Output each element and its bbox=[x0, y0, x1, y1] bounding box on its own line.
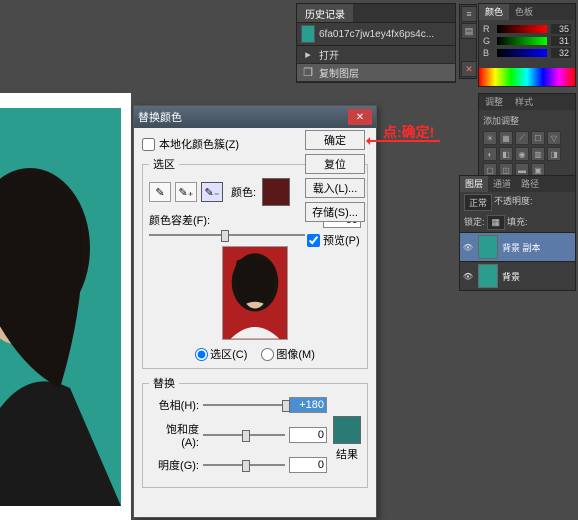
color-panel: 颜色 色板 R 35 G 31 B 32 bbox=[478, 3, 576, 87]
lock-label: 锁定: bbox=[464, 215, 485, 230]
g-label: G bbox=[483, 36, 493, 46]
curves-icon[interactable]: ⟋ bbox=[515, 131, 529, 145]
sat-label: 饱和度(A): bbox=[149, 421, 199, 449]
close-icon[interactable]: ✕ bbox=[461, 61, 477, 77]
levels-icon[interactable]: ▦ bbox=[499, 131, 513, 145]
adjust-title: 添加调整 bbox=[483, 114, 571, 127]
preview-thumbnail[interactable] bbox=[222, 246, 288, 340]
hue-strip[interactable] bbox=[479, 68, 575, 86]
b-label: B bbox=[483, 48, 493, 58]
light-input[interactable] bbox=[289, 457, 327, 473]
hue-slider[interactable] bbox=[203, 398, 285, 412]
swatches-tab[interactable]: 色板 bbox=[509, 4, 539, 20]
sat-input[interactable] bbox=[289, 427, 327, 443]
replacement-legend: 替换 bbox=[149, 375, 179, 391]
brightness-icon[interactable]: ☀ bbox=[483, 131, 497, 145]
collapse-icon[interactable]: ≡ bbox=[461, 6, 477, 22]
g-value[interactable]: 31 bbox=[551, 36, 571, 46]
fill-label: 填充: bbox=[507, 215, 528, 230]
open-icon: ▸ bbox=[301, 48, 315, 62]
selection-color-label: 颜色: bbox=[231, 184, 256, 200]
r-value[interactable]: 35 bbox=[551, 24, 571, 34]
fuzziness-label: 颜色容差(F): bbox=[149, 212, 210, 228]
layer-name: 背景 bbox=[502, 270, 520, 283]
opacity-label: 不透明度: bbox=[494, 194, 533, 211]
visibility-icon[interactable]: 👁 bbox=[462, 241, 474, 253]
eyedropper-minus-icon[interactable]: ✎₋ bbox=[201, 182, 223, 202]
history-step[interactable]: ❐ 复制图层 bbox=[297, 64, 455, 82]
canvas-document bbox=[0, 93, 131, 520]
b-slider[interactable] bbox=[497, 49, 547, 57]
load-button[interactable]: 载入(L)... bbox=[305, 178, 365, 198]
eyedropper-icon[interactable]: ✎ bbox=[149, 182, 171, 202]
layers-tab[interactable]: 图层 bbox=[460, 176, 488, 192]
light-slider[interactable] bbox=[203, 458, 285, 472]
sat-slider[interactable] bbox=[203, 428, 285, 442]
exposure-icon[interactable]: ☐ bbox=[531, 131, 545, 145]
r-slider[interactable] bbox=[497, 25, 547, 33]
history-file-row[interactable]: 6fa017c7jw1ey4fx6ps4c... bbox=[297, 22, 455, 46]
radio-selection[interactable]: 选区(C) bbox=[195, 346, 247, 362]
lock-trans-icon[interactable]: ▦ bbox=[487, 215, 506, 230]
visibility-icon[interactable]: 👁 bbox=[462, 270, 474, 282]
channels-tab[interactable]: 通道 bbox=[488, 176, 516, 192]
adjust-tab[interactable]: 调整 bbox=[479, 94, 509, 110]
history-tabs: 历史记录 bbox=[297, 4, 455, 22]
hue-icon[interactable]: ◐ bbox=[483, 147, 497, 161]
hue-input[interactable] bbox=[289, 397, 327, 413]
annotation-text: 点:确定! bbox=[383, 122, 434, 142]
vertical-toolbar: ≡ ▤ ✕ bbox=[459, 4, 477, 79]
selection-color-swatch[interactable] bbox=[262, 178, 290, 206]
reset-button[interactable]: 复位 bbox=[305, 154, 365, 174]
channelmix-icon[interactable]: ▥ bbox=[531, 147, 545, 161]
light-label: 明度(G): bbox=[149, 457, 199, 473]
preview-checkbox[interactable] bbox=[307, 234, 320, 247]
selection-preview bbox=[149, 246, 361, 340]
history-panel: 历史记录 6fa017c7jw1ey4fx6ps4c... ▸ 打开 ❐ 复制图… bbox=[296, 3, 456, 83]
result-label: 结果 bbox=[336, 446, 358, 462]
replacement-fieldset: 替换 色相(H): 饱和度(A): 明度(G): bbox=[142, 375, 368, 488]
layer-name: 背景 副本 bbox=[502, 241, 541, 254]
eyedropper-plus-icon[interactable]: ✎₊ bbox=[175, 182, 197, 202]
b-value[interactable]: 32 bbox=[551, 48, 571, 58]
result-color-swatch[interactable] bbox=[333, 416, 361, 444]
photo-teal-bg bbox=[0, 108, 121, 506]
save-button[interactable]: 存储(S)... bbox=[305, 202, 365, 222]
localize-label: 本地化颜色簇(Z) bbox=[159, 136, 239, 152]
bw-icon[interactable]: ◧ bbox=[499, 147, 513, 161]
close-icon[interactable]: ✕ bbox=[348, 109, 372, 125]
history-file-thumb bbox=[301, 25, 315, 43]
dialog-title: 替换颜色 bbox=[138, 109, 348, 125]
blend-mode-select[interactable]: 正常 bbox=[464, 194, 492, 211]
layer-thumb bbox=[478, 264, 498, 288]
vibrance-icon[interactable]: ▽ bbox=[547, 131, 561, 145]
dialog-buttons: 确定 复位 载入(L)... 存储(S)... 预览(P) bbox=[305, 130, 365, 250]
g-slider[interactable] bbox=[497, 37, 547, 45]
r-label: R bbox=[483, 24, 493, 34]
history-file-name: 6fa017c7jw1ey4fx6ps4c... bbox=[319, 29, 451, 40]
duplicate-icon: ❐ bbox=[301, 66, 315, 80]
preview-label: 预览(P) bbox=[323, 232, 360, 248]
annotation-arrow bbox=[368, 140, 440, 142]
layers-panel: 图层 通道 路径 正常 不透明度: 锁定: ▦ 填充: 👁 背景 副本 👁 背景 bbox=[459, 175, 576, 291]
color-tab[interactable]: 颜色 bbox=[479, 4, 509, 20]
history-tab[interactable]: 历史记录 bbox=[297, 4, 353, 22]
dialog-titlebar[interactable]: 替换颜色 ✕ bbox=[134, 106, 376, 128]
radio-image[interactable]: 图像(M) bbox=[261, 346, 315, 362]
adjustments-panel: 调整 样式 添加调整 ☀ ▦ ⟋ ☐ ▽ ◐ ◧ ◉ ▥ ◨ ▢ ◫ ▬ ▣ bbox=[478, 93, 576, 182]
photofilter-icon[interactable]: ◉ bbox=[515, 147, 529, 161]
history-step[interactable]: ▸ 打开 bbox=[297, 46, 455, 64]
styles-tab[interactable]: 样式 bbox=[509, 94, 539, 110]
layer-row[interactable]: 👁 背景 bbox=[460, 261, 575, 290]
ok-button[interactable]: 确定 bbox=[305, 130, 365, 150]
histogram-icon[interactable]: ▤ bbox=[461, 23, 477, 39]
layer-row[interactable]: 👁 背景 副本 bbox=[460, 232, 575, 261]
invert-icon[interactable]: ◨ bbox=[547, 147, 561, 161]
selection-legend: 选区 bbox=[149, 156, 179, 172]
hue-label: 色相(H): bbox=[149, 397, 199, 413]
paths-tab[interactable]: 路径 bbox=[516, 176, 544, 192]
localize-checkbox[interactable] bbox=[142, 138, 155, 151]
layer-thumb bbox=[478, 235, 498, 259]
